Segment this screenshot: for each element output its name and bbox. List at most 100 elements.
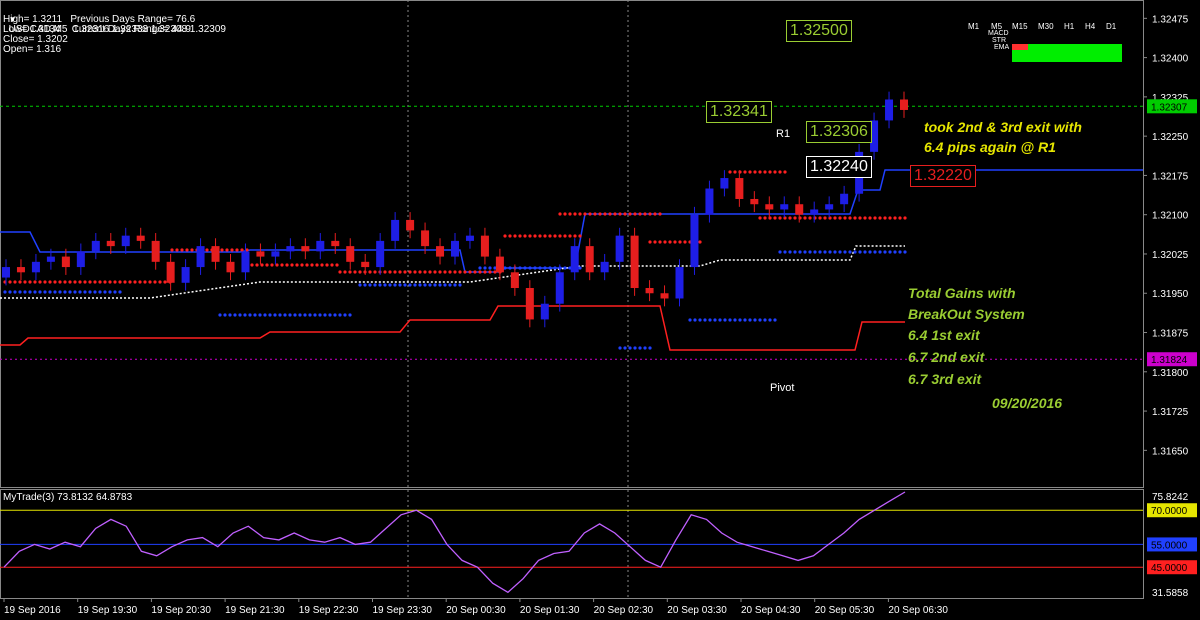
blue-stop-a-23	[118, 290, 122, 294]
blue-stop-b-2	[228, 313, 232, 317]
red-stop-e-10	[553, 234, 557, 238]
red-stop-d-28	[478, 270, 482, 274]
red-stop-c-1	[255, 263, 259, 267]
tf-m30[interactable]: M30	[1038, 22, 1054, 31]
red-stop-d-4	[358, 270, 362, 274]
red-stop-c-4	[270, 263, 274, 267]
blue-stop-g-12	[838, 250, 842, 254]
candle-body-37	[555, 272, 564, 304]
red-stop-e-1	[508, 234, 512, 238]
candle-body-60	[900, 99, 908, 110]
red-stop-a-26	[133, 280, 137, 284]
candle-body-55	[825, 204, 834, 210]
blue-stop-d-1	[483, 266, 487, 270]
candle-body-33	[495, 256, 504, 273]
candle-body-8	[121, 235, 130, 247]
blue-stop-a-13	[68, 290, 72, 294]
red-stop-f-18	[648, 212, 652, 216]
red-stop-h-7	[763, 170, 767, 174]
blue-stop-a-8	[43, 290, 47, 294]
lower-channel-line	[0, 305, 905, 351]
candle-body-23	[346, 246, 355, 262]
candle-body-25	[376, 240, 385, 268]
red-stop-c-8	[290, 263, 294, 267]
blue-stop-c-3	[373, 283, 377, 287]
red-stop-g-1	[653, 240, 657, 244]
red-stop-a-5	[28, 280, 32, 284]
red-stop-e-2	[513, 234, 517, 238]
red-stop-e-7	[538, 234, 542, 238]
red-stop-e-6	[533, 234, 537, 238]
blue-stop-a-19	[98, 290, 102, 294]
red-stop-a-17	[88, 280, 92, 284]
candle-body-40	[600, 261, 609, 273]
red-stop-f-1	[563, 212, 567, 216]
red-stop-f-8	[598, 212, 602, 216]
blue-stop-b-4	[238, 313, 242, 317]
candle-body-3	[46, 256, 55, 262]
red-stop-d-19	[433, 270, 437, 274]
candle-body-56	[840, 193, 849, 205]
candle-body-19	[286, 246, 295, 252]
time-tick-label-11: 20 Sep 05:30	[815, 605, 875, 616]
price-tick-label-8: 1.31875	[1152, 329, 1189, 340]
blue-stop-b-9	[263, 313, 267, 317]
time-tick-label-1: 19 Sep 19:30	[78, 605, 138, 616]
red-stop-i-28	[898, 216, 902, 220]
red-stop-h-5	[753, 170, 757, 174]
blue-stop-e-2	[628, 346, 632, 350]
red-stop-f-3	[573, 212, 577, 216]
osc-series-line	[3, 491, 906, 594]
price-tick-label-4: 1.32175	[1152, 171, 1189, 182]
candle-body-44	[660, 293, 669, 299]
red-stop-e-12	[563, 234, 567, 238]
tf-h4[interactable]: H4	[1085, 22, 1095, 31]
blue-stop-b-26	[348, 313, 352, 317]
blue-stop-g-17	[863, 250, 867, 254]
red-stop-h-9	[773, 170, 777, 174]
blue-stop-c-16	[438, 283, 442, 287]
red-stop-i-4	[778, 216, 782, 220]
candle-body-27	[406, 219, 415, 231]
tf-m1[interactable]: M1	[968, 22, 979, 31]
blue-stop-b-10	[268, 313, 272, 317]
price-axis: 1.324751.324001.323251.322501.321751.321…	[1143, 14, 1197, 457]
blue-stop-f-14	[758, 318, 762, 322]
red-stop-d-2	[348, 270, 352, 274]
blue-stop-a-5	[28, 290, 32, 294]
time-tick-label-7: 20 Sep 01:30	[520, 605, 580, 616]
red-stop-i-13	[823, 216, 827, 220]
candle-body-4	[61, 256, 70, 268]
price-box-2: 1.32341	[706, 101, 772, 123]
blue-stop-b-8	[258, 313, 262, 317]
candle-body-51	[765, 204, 774, 210]
red-stop-f-6	[588, 212, 592, 216]
red-stop-i-26	[888, 216, 892, 220]
blue-stop-b-13	[283, 313, 287, 317]
tf-m15[interactable]: M15	[1012, 22, 1028, 31]
red-stop-f-11	[613, 212, 617, 216]
red-stop-b-14	[240, 248, 244, 252]
red-stop-d-12	[398, 270, 402, 274]
red-stop-g-6	[678, 240, 682, 244]
red-stop-i-7	[793, 216, 797, 220]
tf-h1[interactable]: H1	[1064, 22, 1074, 31]
red-stop-g-7	[683, 240, 687, 244]
blue-stop-a-4	[23, 290, 27, 294]
blue-stop-a-6	[33, 290, 37, 294]
red-stop-g-10	[698, 240, 702, 244]
candle-body-15	[226, 261, 235, 273]
blue-stop-b-16	[298, 313, 302, 317]
blue-stop-d-8	[518, 266, 522, 270]
red-stop-b-11	[225, 248, 229, 252]
red-stop-g-3	[663, 240, 667, 244]
blue-stop-c-20	[458, 283, 462, 287]
red-stop-a-20	[103, 280, 107, 284]
blue-stop-b-25	[343, 313, 347, 317]
red-stop-e-15	[578, 234, 582, 238]
red-stop-e-3	[518, 234, 522, 238]
tf-d1[interactable]: D1	[1106, 22, 1116, 31]
candle-body-53	[795, 204, 804, 215]
blue-stop-g-13	[843, 250, 847, 254]
red-stop-c-3	[265, 263, 269, 267]
